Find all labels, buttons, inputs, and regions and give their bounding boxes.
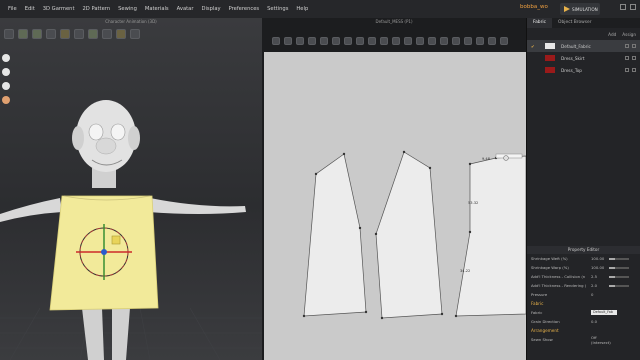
copy-icon[interactable] xyxy=(625,68,629,72)
section-fabric[interactable]: Fabric xyxy=(527,299,640,308)
property-grain-direction[interactable]: Grain Direction 0.0 xyxy=(527,317,640,326)
graphic-icon[interactable] xyxy=(452,37,460,45)
delete-icon[interactable] xyxy=(632,68,636,72)
internal-line-icon[interactable] xyxy=(356,37,364,45)
property-fabric[interactable]: Fabric Default_Fab xyxy=(527,308,640,317)
property-editor: Property Editor Shrinkage Weft (%) 100.0… xyxy=(527,246,640,360)
menu-file[interactable]: File xyxy=(8,6,17,12)
3d-viewport[interactable] xyxy=(0,18,262,360)
polygon-icon[interactable] xyxy=(320,37,328,45)
pattern-piece-back-left xyxy=(303,153,367,317)
rectangle-icon[interactable] xyxy=(332,37,340,45)
tuck-icon[interactable] xyxy=(428,37,436,45)
slider[interactable] xyxy=(609,257,629,260)
add-point-icon[interactable] xyxy=(308,37,316,45)
grid-icon[interactable] xyxy=(500,37,508,45)
menu-help[interactable]: Help xyxy=(296,6,308,12)
menu-materials[interactable]: Materials xyxy=(145,6,169,12)
fabric-name: Dress_Top xyxy=(561,67,582,73)
property-sewn-show[interactable]: Sewn Show Off (Intersect) xyxy=(527,335,640,345)
edit-curvature-icon[interactable] xyxy=(296,37,304,45)
menu-2d-pattern[interactable]: 2D Pattern xyxy=(83,6,111,12)
texture-2d-icon[interactable] xyxy=(440,37,448,45)
menu-sewing[interactable]: Sewing xyxy=(118,6,137,12)
fabric-name: Dress_Skirt xyxy=(561,55,585,61)
fabric-item-default[interactable]: ✔ Default_Fabric xyxy=(527,40,640,52)
measure-label-top: 9.48 xyxy=(482,157,491,161)
copy-icon[interactable] xyxy=(625,56,629,60)
delete-icon[interactable] xyxy=(632,44,636,48)
property-shrinkage-warp[interactable]: Shrinkage Warp (%) 100.00 xyxy=(527,263,640,272)
copy-icon[interactable] xyxy=(625,44,629,48)
free-sewing-icon[interactable] xyxy=(404,37,412,45)
property-thickness-rendering[interactable]: Add'l Thickness - Rendering ( 2.0 xyxy=(527,281,640,290)
fabric-actions: Add Assign xyxy=(527,28,640,40)
window-controls xyxy=(620,4,636,10)
pattern-view-icon[interactable] xyxy=(488,37,496,45)
menu-display[interactable]: Display xyxy=(201,6,220,12)
property-pressure[interactable]: Pressure 0 xyxy=(527,290,640,299)
3d-garment-window[interactable]: Character Animation (3D) xyxy=(0,18,262,360)
minimize-icon[interactable] xyxy=(620,4,626,10)
menu-bar: File Edit 3D Garment 2D Pattern Sewing M… xyxy=(0,0,640,18)
menu-avatar[interactable]: Avatar xyxy=(177,6,194,12)
menu-3d-garment[interactable]: 3D Garment xyxy=(43,6,75,12)
section-arrangement[interactable]: Arrangement xyxy=(527,326,640,335)
measure-label-left: 53.32 xyxy=(468,201,478,205)
simulation-label: SIMULATION xyxy=(572,6,598,12)
fabric-dropdown[interactable]: Default_Fab xyxy=(591,310,617,315)
menu-preferences[interactable]: Preferences xyxy=(229,6,260,12)
right-panel: Fabric Object Browser Add Assign ✔ Defau… xyxy=(526,18,640,360)
tab-fabric[interactable]: Fabric xyxy=(527,18,553,28)
transform-pattern-icon[interactable] xyxy=(272,37,280,45)
pattern-piece-back-right xyxy=(375,151,443,319)
slider[interactable] xyxy=(609,284,629,287)
2d-window-title: Default_MESS (P1) xyxy=(375,19,413,24)
property-shrinkage-weft[interactable]: Shrinkage Weft (%) 100.00 xyxy=(527,254,640,263)
fabric-item-skirt[interactable]: Dress_Skirt xyxy=(527,52,640,64)
property-editor-title: Property Editor xyxy=(527,246,640,254)
measure-label-bottom: 34.22 xyxy=(460,269,470,273)
checkmark-icon: ✔ xyxy=(531,43,535,49)
zipper-icon[interactable] xyxy=(476,37,484,45)
play-icon xyxy=(564,6,570,12)
2d-pattern-window[interactable]: Default_MESS (P1) 9.48 53.32 34.22 xyxy=(262,18,526,360)
menu-edit[interactable]: Edit xyxy=(25,6,35,12)
2d-pattern-canvas[interactable]: 9.48 53.32 34.22 xyxy=(264,52,526,360)
fabric-swatch xyxy=(545,55,555,61)
assign-fabric-button[interactable]: Assign xyxy=(622,32,636,37)
fabric-swatch xyxy=(545,67,555,73)
fabric-swatch xyxy=(545,43,555,49)
right-panel-tabs: Fabric Object Browser xyxy=(527,18,640,28)
dart-icon[interactable] xyxy=(368,37,376,45)
project-name: bobba_wo xyxy=(520,4,548,10)
delete-icon[interactable] xyxy=(632,56,636,60)
maximize-icon[interactable] xyxy=(630,4,636,10)
circle-icon[interactable] xyxy=(344,37,352,45)
tab-object-browser[interactable]: Object Browser xyxy=(552,18,598,28)
segment-sewing-icon[interactable] xyxy=(392,37,400,45)
slider[interactable] xyxy=(609,275,629,278)
add-fabric-button[interactable]: Add xyxy=(608,32,616,37)
trace-icon[interactable] xyxy=(380,37,388,45)
menu-settings[interactable]: Settings xyxy=(267,6,288,12)
button-icon[interactable] xyxy=(464,37,472,45)
pattern-piece-front xyxy=(455,155,526,317)
property-thickness-collision[interactable]: Add'l Thickness - Collision (n 2.5 xyxy=(527,272,640,281)
fabric-item-top[interactable]: Dress_Top xyxy=(527,64,640,76)
edit-sewing-icon[interactable] xyxy=(416,37,424,45)
fabric-name: Default_Fabric xyxy=(561,43,591,49)
slider[interactable] xyxy=(609,266,629,269)
simulation-toggle[interactable]: SIMULATION xyxy=(560,3,600,15)
edit-pattern-icon[interactable] xyxy=(284,37,292,45)
